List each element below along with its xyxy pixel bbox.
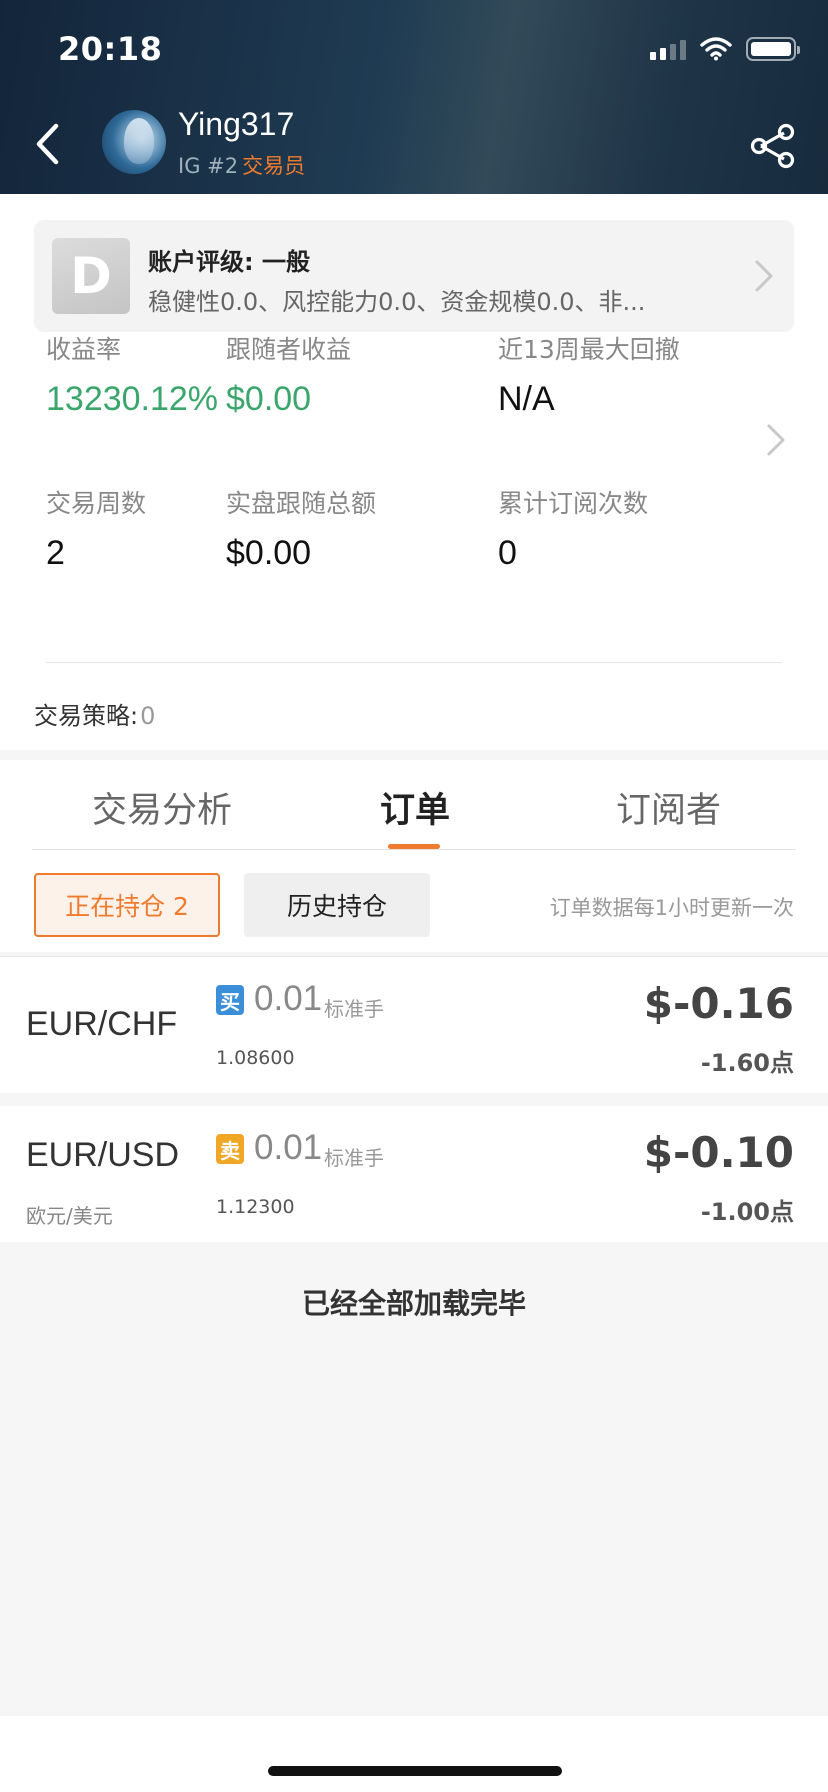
order-symbol-cn: 欧元/美元 <box>26 1204 113 1228</box>
live-follow-total-value: $0.00 <box>226 534 312 572</box>
open-price: 1.12300 <box>216 1196 295 1218</box>
orders-panel: 交易分析 订单 订阅者 正在持仓 2 历史持仓 订单数据每1小时更新一次 <box>0 760 828 957</box>
return-rate-label: 收益率 <box>46 335 122 364</box>
avatar[interactable] <box>102 110 166 174</box>
strategy-count: 交易策略:0 <box>34 696 155 731</box>
chevron-left-icon <box>36 123 59 165</box>
strategy-number: 0 <box>140 702 156 730</box>
lot-size: 0.01 <box>254 979 323 1018</box>
chevron-right-icon <box>755 260 773 292</box>
order-symbol: EUR/CHF <box>26 1005 178 1043</box>
wifi-icon <box>700 37 732 61</box>
rating-description: 稳健性0.0、风控能力0.0、资金规模0.0、非... <box>148 288 646 316</box>
history-positions-button[interactable]: 历史持仓 <box>244 873 430 937</box>
order-pnl: $-0.10 <box>643 1128 794 1177</box>
chevron-right-icon[interactable] <box>764 422 788 458</box>
buy-badge: 买 <box>216 985 244 1015</box>
role-label: 交易员 <box>242 154 306 178</box>
home-indicator[interactable] <box>268 1766 562 1776</box>
order-row[interactable]: EUR/USD 欧元/美元 卖 0.01 标准手 1.12300 $-0.10 … <box>0 1106 828 1242</box>
return-rate-value: 13230.12% <box>46 380 219 418</box>
lot-unit: 标准手 <box>324 1146 384 1170</box>
update-note: 订单数据每1小时更新一次 <box>549 896 794 920</box>
tab-subscribers[interactable]: 订阅者 <box>616 782 721 833</box>
trading-weeks-value: 2 <box>46 534 65 572</box>
user-subtitle: IG #2 交易员 <box>178 150 305 180</box>
max-drawdown-label: 近13周最大回撤 <box>498 335 680 364</box>
account-rating-card[interactable]: D 账户评级: 一般 稳健性0.0、风控能力0.0、资金规模0.0、非... <box>34 220 794 332</box>
lot-unit: 标准手 <box>324 997 384 1021</box>
all-loaded-message: 已经全部加载完毕 <box>301 1287 526 1320</box>
follower-profit-label: 跟随者收益 <box>226 335 352 364</box>
follower-profit-value: $0.00 <box>226 380 312 418</box>
live-follow-total-label: 实盘跟随总额 <box>226 489 377 518</box>
subscriptions-label: 累计订阅次数 <box>498 489 649 518</box>
bottom-safe-area <box>0 1716 828 1792</box>
order-symbol: EUR/USD <box>26 1136 180 1174</box>
user-name: Ying317 <box>178 106 295 142</box>
order-points: -1.60点 <box>700 1049 794 1077</box>
tab-divider <box>32 849 796 850</box>
lot-size: 0.01 <box>254 1128 323 1167</box>
order-pnl: $-0.16 <box>643 979 794 1028</box>
tab-trade-analysis[interactable]: 交易分析 <box>92 782 232 833</box>
tab-orders[interactable]: 订单 <box>380 782 450 833</box>
rating-grade-badge: D <box>52 238 130 314</box>
max-drawdown-value: N/A <box>498 380 555 418</box>
sell-badge: 卖 <box>216 1134 244 1164</box>
order-points: -1.00点 <box>700 1198 794 1226</box>
order-row[interactable]: EUR/CHF 买 0.01 标准手 1.08600 $-0.16 -1.60点 <box>0 957 828 1093</box>
status-time: 20:18 <box>58 30 163 68</box>
trading-weeks-label: 交易周数 <box>46 489 147 518</box>
open-price: 1.08600 <box>216 1047 295 1069</box>
battery-icon <box>746 37 800 61</box>
strategy-label: 交易策略: <box>34 702 139 730</box>
rating-title: 账户评级: 一般 <box>148 248 310 276</box>
profile-header: 20:18 Ying317 IG #2 交易员 <box>0 0 828 194</box>
broker-rank: IG #2 <box>178 154 239 178</box>
subscriptions-value: 0 <box>498 534 517 572</box>
divider <box>46 662 782 663</box>
open-positions-button[interactable]: 正在持仓 2 <box>34 873 220 937</box>
back-button[interactable] <box>22 116 72 172</box>
share-icon <box>750 123 795 169</box>
trader-overview: D 账户评级: 一般 稳健性0.0、风控能力0.0、资金规模0.0、非... 收… <box>0 194 828 750</box>
status-icons <box>650 36 800 62</box>
share-button[interactable] <box>748 122 798 170</box>
cellular-signal-icon <box>650 38 686 60</box>
